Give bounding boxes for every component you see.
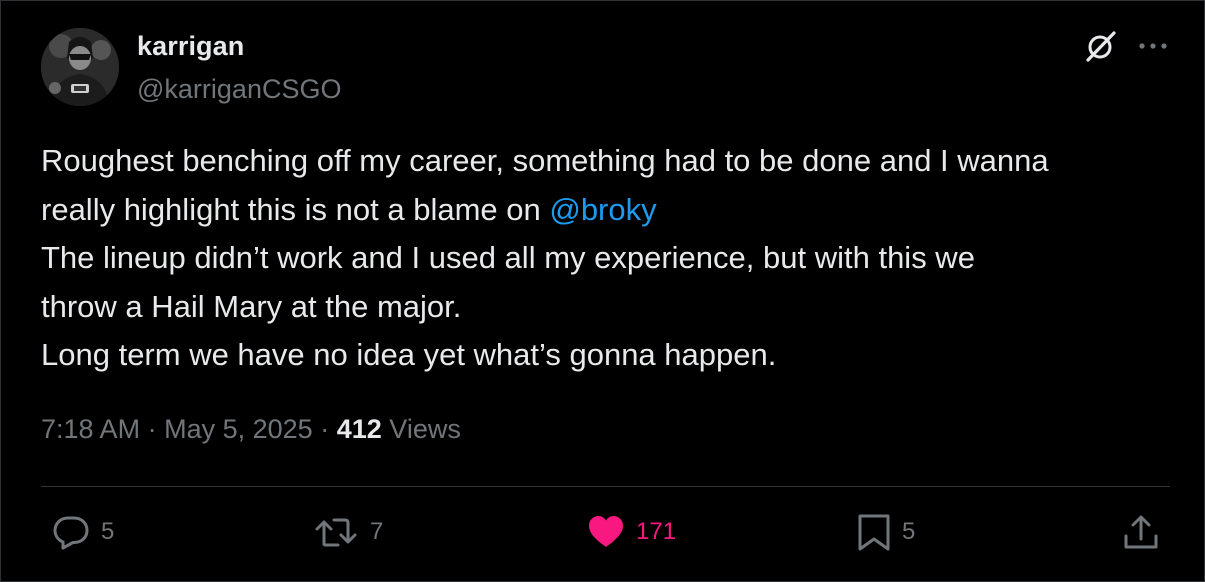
meta-separator: · bbox=[147, 414, 157, 444]
tweet-line: Roughest benching off my career, somethi… bbox=[41, 137, 1181, 186]
tweet-line: The lineup didn’t work and I used all my… bbox=[41, 234, 1181, 283]
mention-link[interactable]: @broky bbox=[549, 192, 656, 227]
share-button[interactable] bbox=[1121, 512, 1161, 552]
reply-button[interactable]: 5 bbox=[51, 512, 114, 552]
divider bbox=[41, 486, 1170, 487]
more-icon[interactable] bbox=[1138, 41, 1168, 51]
avatar-image bbox=[41, 28, 119, 106]
tweet-time[interactable]: 7:18 AM bbox=[41, 414, 140, 444]
tweet-meta: 7:18 AM · May 5, 2025 · 412 Views bbox=[41, 414, 461, 445]
reply-count: 5 bbox=[101, 518, 115, 545]
author-handle[interactable]: @karriganCSGO bbox=[137, 74, 341, 105]
author-name[interactable]: karrigan bbox=[137, 31, 244, 62]
avatar[interactable] bbox=[41, 28, 119, 106]
views-count: 412 bbox=[336, 414, 382, 444]
tweet-text: Roughest benching off my career, somethi… bbox=[41, 137, 1181, 380]
tweet-line: throw a Hail Mary at the major. bbox=[41, 283, 1181, 332]
bookmark-button[interactable]: 5 bbox=[856, 512, 915, 552]
tweet-line-text: Long term we have no idea yet what’s gon… bbox=[41, 337, 777, 372]
repost-button[interactable]: 7 bbox=[314, 512, 383, 552]
bookmark-count: 5 bbox=[902, 518, 916, 545]
share-icon bbox=[1121, 512, 1161, 552]
action-bar: 5 7 171 5 bbox=[1, 506, 1205, 562]
tweet-line-text: Roughest benching off my career, somethi… bbox=[41, 143, 1049, 178]
tweet-line: Long term we have no idea yet what’s gon… bbox=[41, 331, 1181, 380]
meta-separator: · bbox=[320, 414, 330, 444]
tweet-header-actions bbox=[1084, 29, 1168, 63]
heart-icon bbox=[586, 512, 626, 552]
bookmark-icon bbox=[856, 512, 892, 552]
tweet-line-text: The lineup didn’t work and I used all my… bbox=[41, 240, 975, 275]
like-count: 171 bbox=[636, 518, 677, 545]
repost-icon bbox=[314, 512, 360, 552]
tweet-date[interactable]: May 5, 2025 bbox=[164, 414, 313, 444]
repost-count: 7 bbox=[370, 518, 384, 545]
tweet-line-text: throw a Hail Mary at the major. bbox=[41, 288, 462, 324]
like-button[interactable]: 171 bbox=[586, 512, 676, 552]
tweet-line: really highlight this is not a blame on … bbox=[41, 186, 1181, 235]
tweet-card: karrigan @karriganCSGO Roughest benching… bbox=[0, 0, 1205, 582]
reply-icon bbox=[51, 512, 91, 552]
views-label: Views bbox=[389, 414, 461, 444]
grok-icon[interactable] bbox=[1084, 29, 1118, 63]
tweet-line-text: really highlight this is not a blame on bbox=[41, 191, 550, 227]
